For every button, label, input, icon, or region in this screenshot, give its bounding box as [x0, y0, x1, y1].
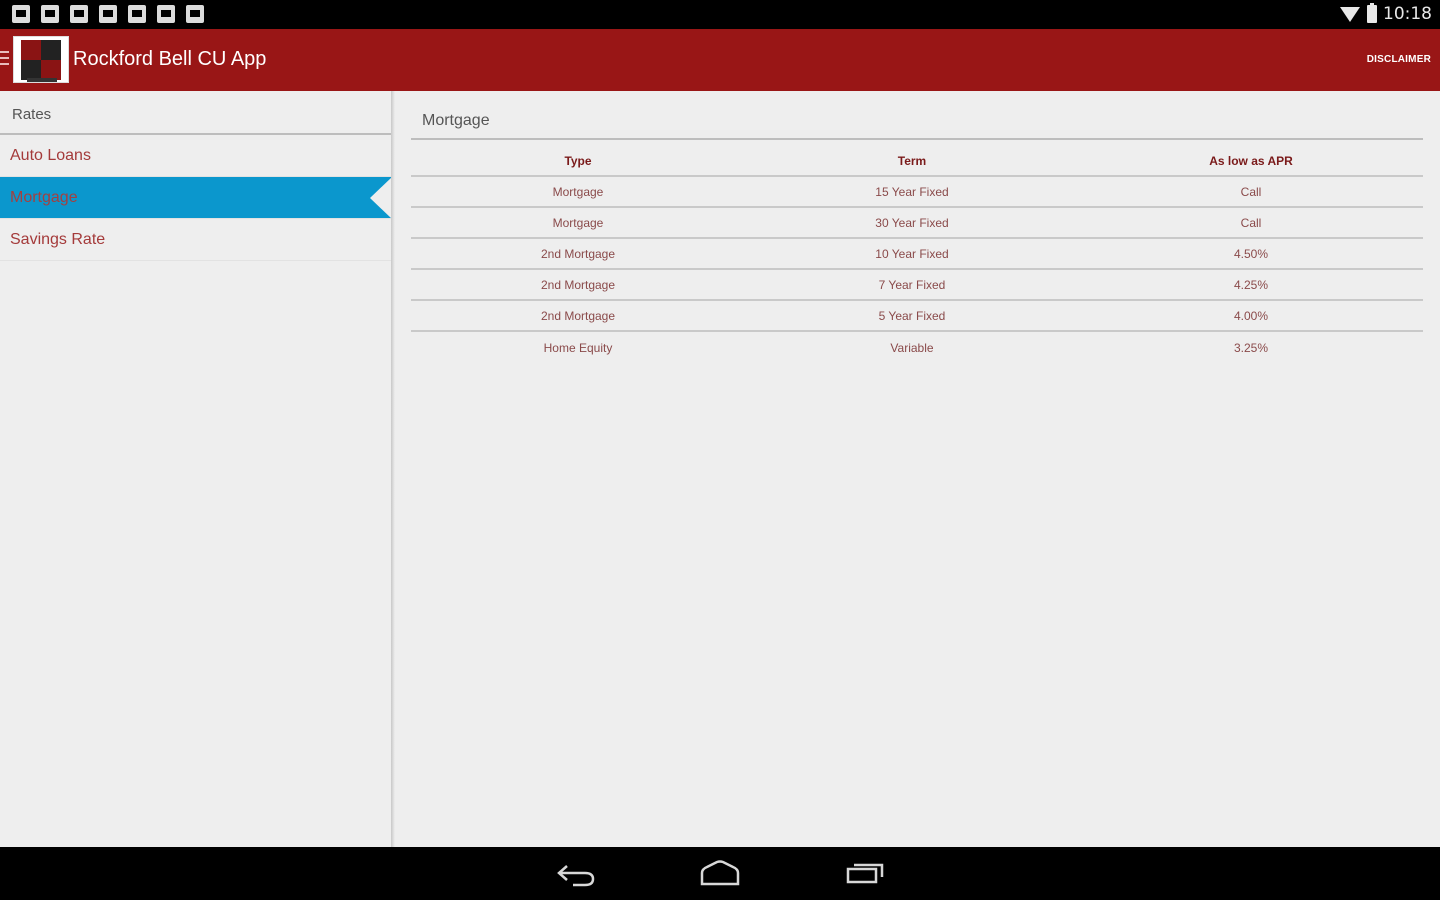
page-title: Mortgage	[422, 112, 490, 129]
column-header-term: Term	[897, 153, 927, 168]
cell-term: 5 Year Fixed	[878, 308, 946, 323]
main-content: Mortgage Type Term As low as APR Mortgag…	[395, 91, 1440, 847]
column-header-apr: As low as APR	[1209, 153, 1293, 168]
screen: 10:18 Rockford Bell CU App DISCLAIMER Ra…	[0, 0, 1440, 900]
mail-icon	[99, 5, 117, 23]
sidebar-item-savings-rate[interactable]: Savings Rate	[0, 219, 392, 261]
cell-type: Home Equity	[543, 340, 613, 355]
sidebar: Rates Auto Loans Mortgage Savings Rate	[0, 91, 393, 847]
wifi-icon	[1339, 5, 1361, 23]
cell-apr: 4.00%	[1233, 308, 1269, 323]
bag-icon	[157, 5, 175, 23]
cell-type: 2nd Mortgage	[540, 277, 616, 292]
cell-type: 2nd Mortgage	[540, 246, 616, 261]
sidebar-header: Rates	[0, 91, 392, 135]
image-icon	[70, 5, 88, 23]
sidebar-item-mortgage[interactable]: Mortgage	[0, 177, 392, 219]
cell-term: Variable	[890, 340, 934, 355]
cell-apr: Call	[1240, 184, 1262, 199]
table-row: 2nd Mortgage 10 Year Fixed 4.50%	[411, 239, 1423, 270]
cell-apr: Call	[1240, 215, 1262, 230]
table-row: 2nd Mortgage 7 Year Fixed 4.25%	[411, 270, 1423, 301]
recents-icon[interactable]	[845, 859, 887, 887]
cell-apr: 4.25%	[1233, 277, 1269, 292]
table-row: Mortgage 15 Year Fixed Call	[411, 177, 1423, 208]
drawer-menu-icon[interactable]	[0, 51, 10, 69]
notification-icons	[12, 5, 204, 23]
play-icon	[186, 5, 204, 23]
table-row: Mortgage 30 Year Fixed Call	[411, 208, 1423, 239]
table-header: Type Term As low as APR	[411, 146, 1423, 177]
table-row: 2nd Mortgage 5 Year Fixed 4.00%	[411, 301, 1423, 332]
table-row: Home Equity Variable 3.25%	[411, 332, 1423, 363]
action-bar: Rockford Bell CU App DISCLAIMER	[0, 29, 1440, 91]
battery-icon	[1367, 3, 1377, 23]
status-tray: 10:18	[1339, 3, 1432, 24]
app-logo[interactable]	[13, 36, 69, 83]
cell-apr: 4.50%	[1233, 246, 1269, 261]
title-divider	[411, 138, 1423, 140]
app-title: Rockford Bell CU App	[73, 48, 267, 70]
rates-table: Type Term As low as APR Mortgage 15 Year…	[411, 146, 1423, 363]
cell-term: 7 Year Fixed	[878, 277, 946, 292]
cell-type: Mortgage	[552, 215, 604, 230]
mail-icon	[128, 5, 146, 23]
navigation-bar	[0, 847, 1440, 900]
cell-term: 15 Year Fixed	[875, 184, 949, 199]
sidebar-item-label: Mortgage	[10, 189, 78, 206]
mail-icon	[41, 5, 59, 23]
phone-icon	[12, 5, 30, 23]
cell-term: 10 Year Fixed	[875, 246, 949, 261]
back-icon[interactable]	[555, 859, 597, 887]
column-header-type: Type	[564, 153, 592, 168]
sidebar-item-label: Auto Loans	[10, 147, 91, 164]
selection-indicator	[370, 177, 392, 219]
status-bar: 10:18	[0, 0, 1440, 29]
home-icon[interactable]	[699, 859, 741, 887]
cell-term: 30 Year Fixed	[875, 215, 949, 230]
sidebar-item-label: Savings Rate	[10, 231, 106, 248]
sidebar-item-auto-loans[interactable]: Auto Loans	[0, 135, 392, 177]
clock: 10:18	[1383, 4, 1432, 24]
cell-type: 2nd Mortgage	[540, 308, 616, 323]
cell-type: Mortgage	[552, 184, 604, 199]
disclaimer-button[interactable]: DISCLAIMER	[1367, 54, 1431, 65]
cell-apr: 3.25%	[1233, 340, 1269, 355]
